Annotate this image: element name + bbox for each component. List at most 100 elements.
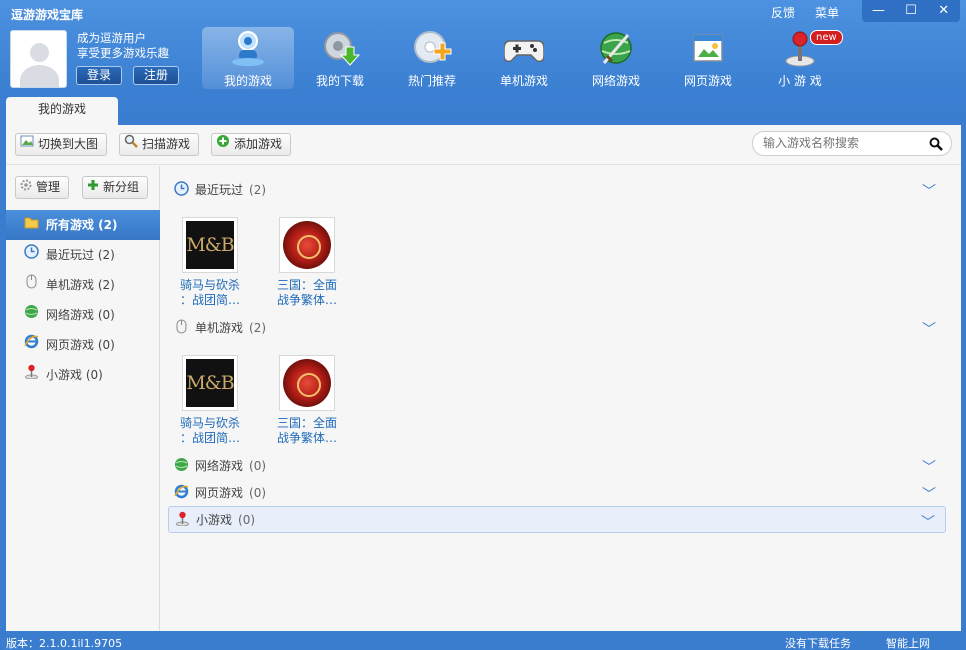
rome-emblem-icon <box>283 221 331 269</box>
game-tile-sg[interactable]: 三国：全面 战争繁体… <box>267 217 347 308</box>
search-input[interactable] <box>763 136 923 150</box>
section-count: (2) <box>249 182 267 197</box>
tab-my-games[interactable]: 我的游戏 <box>6 97 118 125</box>
menu-link[interactable]: 菜单 <box>815 4 839 21</box>
manage-label: 管理 <box>36 180 61 194</box>
mouse-icon <box>174 319 189 337</box>
game-name-line2: ：战团简… <box>179 431 240 445</box>
nav-label: 热门推荐 <box>407 74 456 88</box>
mb-logo-icon: M&B <box>186 359 235 407</box>
section-count: (2) <box>249 320 267 335</box>
game-name-line2: 战争繁体… <box>276 293 337 307</box>
plus-icon <box>87 177 99 198</box>
nav-online[interactable]: 网络游戏 <box>570 27 662 89</box>
nav-label: 网页游戏 <box>683 74 732 88</box>
new-group-button[interactable]: 新分组 <box>82 176 149 199</box>
nav-single[interactable]: 单机游戏 <box>478 27 570 89</box>
joystick-icon <box>24 360 39 390</box>
register-button[interactable]: 注册 <box>133 66 180 85</box>
sidebar-item-all[interactable]: 所有游戏 (2) <box>6 210 160 240</box>
sidebar-item-mini[interactable]: 小游戏 (0) <box>6 360 160 390</box>
game-name-line1: 三国：全面 <box>276 416 337 430</box>
scan-games-label: 扫描游戏 <box>142 137 191 151</box>
switch-view-button[interactable]: 切换到大图 <box>15 133 108 156</box>
clock-icon <box>24 240 39 270</box>
sidebar-item-label: 所有游戏 (2) <box>46 218 118 232</box>
chevron-down-icon[interactable]: ﹀ <box>922 319 936 339</box>
version-text: 版本：2.1.0.1il1.9705 <box>6 637 123 650</box>
game-name-line2: ：战团简… <box>179 293 240 307</box>
switch-view-label: 切换到大图 <box>38 137 99 151</box>
sidebar-item-online[interactable]: 网络游戏 (0) <box>6 300 160 330</box>
section-recent[interactable]: 最近玩过 (2) ﹀ <box>168 176 946 203</box>
nav-my-games[interactable]: 我的游戏 <box>202 27 294 89</box>
login-button[interactable]: 登录 <box>76 66 123 85</box>
section-title: 网络游戏 <box>195 459 244 473</box>
section-mini[interactable]: 小游戏 (0) ﹀ <box>168 506 946 533</box>
chevron-down-icon[interactable]: ﹀ <box>922 484 936 504</box>
nav-label: 小 游 戏 <box>778 74 822 88</box>
game-thumbnail: M&B <box>182 355 238 411</box>
game-tile-sg[interactable]: 三国：全面 战争繁体… <box>267 355 347 446</box>
sidebar-item-single[interactable]: 单机游戏 (2) <box>6 270 160 300</box>
section-online[interactable]: 网络游戏 (0) ﹀ <box>168 452 946 479</box>
nav-hot[interactable]: 热门推荐 <box>386 27 478 89</box>
top-links: 反馈 菜单 <box>771 4 839 21</box>
window-controls: — ☐ ✕ <box>862 0 960 22</box>
game-thumbnail <box>279 355 335 411</box>
my-games-icon <box>228 29 268 67</box>
mouse-icon <box>24 270 39 300</box>
close-button[interactable]: ✕ <box>932 2 956 20</box>
magnifier-icon <box>124 134 138 155</box>
clock-icon <box>174 180 189 199</box>
chevron-down-icon[interactable]: ﹀ <box>922 457 936 477</box>
avatar-body-icon <box>20 65 59 87</box>
sidebar-list: 所有游戏 (2) 最近玩过 (2) 单机游戏 (2) 网络游戏 (0) 网页游戏… <box>6 210 160 390</box>
section-title: 单机游戏 <box>195 321 244 335</box>
ie-icon <box>174 484 189 502</box>
sidebar-item-web[interactable]: 网页游戏 (0) <box>6 330 160 360</box>
rome-emblem-icon <box>283 359 331 407</box>
gamepad-icon <box>503 29 545 67</box>
game-name: 三国：全面 战争繁体… <box>267 278 347 308</box>
scan-games-button[interactable]: 扫描游戏 <box>119 133 200 156</box>
nav-my-downloads[interactable]: 我的下载 <box>294 27 386 89</box>
chevron-down-icon[interactable]: ﹀ <box>921 512 935 532</box>
nav-web[interactable]: 网页游戏 <box>662 27 754 89</box>
section-web[interactable]: 网页游戏 (0) ﹀ <box>168 479 946 506</box>
manage-button[interactable]: 管理 <box>15 176 70 199</box>
sidebar-item-label: 最近玩过 (2) <box>46 248 115 262</box>
feedback-link[interactable]: 反馈 <box>771 4 795 21</box>
maximize-button[interactable]: ☐ <box>899 2 923 20</box>
add-game-label: 添加游戏 <box>234 137 283 151</box>
ie-icon <box>24 330 39 360</box>
globe-icon <box>24 300 39 330</box>
add-game-button[interactable]: 添加游戏 <box>211 133 292 156</box>
app-window: 逗游游戏宝库 反馈 菜单 — ☐ ✕ 成为逗游用户 享受更多游戏乐趣 登录 注册 <box>0 0 966 650</box>
sidebar-item-recent[interactable]: 最近玩过 (2) <box>6 240 160 270</box>
section-title: 小游戏 <box>196 513 233 527</box>
game-name-line1: 骑马与砍杀 <box>179 278 240 292</box>
chevron-down-icon[interactable]: ﹀ <box>922 181 936 201</box>
game-tile-mb[interactable]: M&B 骑马与砍杀 ：战团简… <box>170 217 250 308</box>
user-promo-line2: 享受更多游戏乐趣 <box>77 46 169 60</box>
status-bar: 版本：2.1.0.1il1.9705 没有下载任务 智能上网 <box>0 631 966 650</box>
new-group-label: 新分组 <box>103 180 140 194</box>
section-count: (0) <box>238 512 256 527</box>
smart-web-status[interactable]: 智能上网 <box>886 635 930 650</box>
nav-label: 我的下载 <box>315 74 364 88</box>
picture-icon <box>20 134 34 155</box>
minimize-button[interactable]: — <box>866 2 890 20</box>
search-icon[interactable] <box>929 137 943 154</box>
avatar[interactable] <box>10 30 67 88</box>
app-title: 逗游游戏宝库 <box>11 8 84 22</box>
sidebar-item-label: 小游戏 (0) <box>46 368 103 382</box>
search-box <box>752 131 952 156</box>
section-count: (0) <box>249 458 267 473</box>
section-single[interactable]: 单机游戏 (2) ﹀ <box>168 314 946 341</box>
avatar-head-icon <box>30 43 49 62</box>
download-status[interactable]: 没有下载任务 <box>785 635 851 650</box>
game-tile-mb[interactable]: M&B 骑马与砍杀 ：战团简… <box>170 355 250 446</box>
game-thumbnail <box>279 217 335 273</box>
globe-sword-icon <box>596 29 636 67</box>
